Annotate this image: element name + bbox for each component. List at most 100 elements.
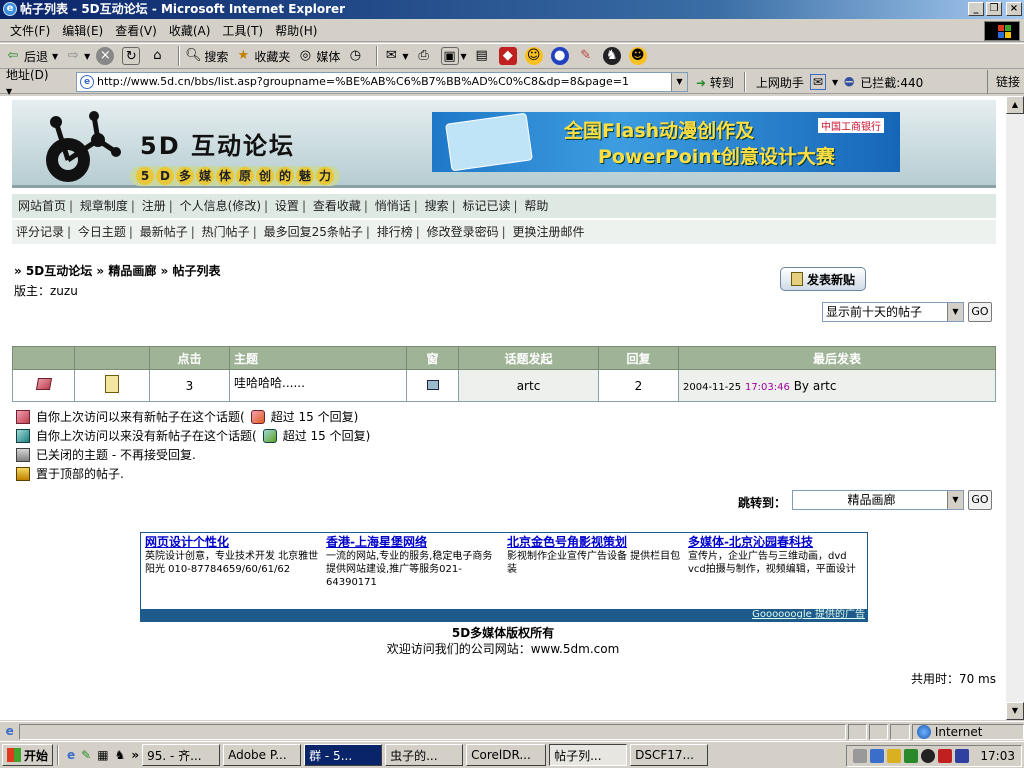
emoticon-button[interactable]: ☻: [628, 45, 649, 67]
qq-tray-icon[interactable]: [921, 749, 936, 763]
go-button[interactable]: ➜ 转到: [696, 74, 734, 91]
paint-button[interactable]: ✎: [577, 45, 597, 67]
popup-blocked-count[interactable]: 已拦截:440: [860, 74, 923, 91]
quicklaunch-more-icon[interactable]: »: [131, 748, 139, 762]
menu-file[interactable]: 文件(F): [4, 21, 56, 41]
topic-title-link[interactable]: 哇哈哈哈......: [229, 369, 407, 402]
maximize-button[interactable]: ❐: [986, 2, 1002, 16]
input-method-icon[interactable]: [955, 749, 970, 763]
taskbar-task[interactable]: DSCF17...: [630, 744, 709, 766]
taskbar-task[interactable]: 虫子的...: [385, 744, 464, 766]
nav-most-replies[interactable]: 最多回复25条帖子: [264, 225, 363, 239]
menu-edit[interactable]: 编辑(E): [56, 21, 109, 41]
quicklaunch-qq-icon[interactable]: ♞: [115, 748, 126, 762]
chevron-down-icon[interactable]: ▼: [947, 491, 963, 509]
ad-title-link[interactable]: 多媒体-北京沁园春科技: [688, 535, 864, 550]
helper-button[interactable]: 上网助手: [756, 74, 804, 91]
forward-button[interactable]: ⇨ ▼: [64, 45, 91, 67]
links-button[interactable]: 链接: [986, 70, 1020, 94]
breadcrumb[interactable]: » 5D互动论坛 » 精品画廊 » 帖子列表: [14, 262, 220, 279]
nav-register[interactable]: 注册: [142, 199, 166, 213]
menu-tools[interactable]: 工具(T): [216, 21, 269, 41]
antivirus-icon[interactable]: [938, 749, 953, 763]
forward-dropdown-icon[interactable]: ▼: [84, 52, 90, 61]
ad-title-link[interactable]: 香港-上海星堡网络: [326, 535, 502, 550]
start-button[interactable]: 开始: [2, 744, 54, 766]
filter-select[interactable]: 显示前十天的帖子 ▼: [822, 302, 964, 322]
taskbar-task[interactable]: 群 - 5...: [304, 744, 383, 766]
filter-go-button[interactable]: GO: [968, 302, 992, 322]
history-button[interactable]: ◷: [346, 45, 366, 67]
helper-dropdown-icon[interactable]: ▼: [832, 78, 838, 87]
nav-change-email[interactable]: 更换注册邮件: [513, 225, 585, 239]
ad-title-link[interactable]: 网页设计个性化: [145, 535, 321, 550]
jump-select[interactable]: 精品画廊 ▼: [792, 490, 964, 510]
shield-button[interactable]: ◆: [498, 45, 519, 67]
last-post-by[interactable]: By artc: [794, 379, 837, 393]
taskbar-task[interactable]: 95. - 齐...: [142, 744, 221, 766]
open-new-window-icon[interactable]: [426, 379, 439, 390]
tray-app-icon[interactable]: [904, 749, 919, 763]
vertical-scrollbar[interactable]: ▲ ▼: [1006, 96, 1024, 720]
banner-advertisement[interactable]: 全国Flash动漫创作及 PowerPoint创意设计大赛 中国工商银行: [432, 112, 900, 172]
ad-title-link[interactable]: 北京金色号角影视策划: [507, 535, 683, 550]
clock[interactable]: 17:03: [980, 749, 1015, 763]
quicklaunch-tool-icon[interactable]: ✎: [81, 748, 91, 762]
taskbar-task-active[interactable]: 帖子列...: [549, 744, 628, 766]
back-dropdown-icon[interactable]: ▼: [52, 52, 58, 61]
ad-provider-link[interactable]: Goooooogle 提供的广告: [141, 609, 867, 621]
nav-mark-read[interactable]: 标记已读: [462, 199, 510, 213]
nav-rules[interactable]: 规章制度: [80, 199, 128, 213]
taskbar-task[interactable]: CorelDR...: [466, 744, 547, 766]
nav-search[interactable]: 搜索: [425, 199, 449, 213]
scroll-up-icon[interactable]: ▲: [1006, 96, 1024, 114]
edit-button[interactable]: ▣ ▼: [440, 45, 467, 67]
nav-today-topics[interactable]: 今日主题: [78, 225, 126, 239]
address-dropdown-icon[interactable]: ▼: [671, 73, 687, 91]
topic-author[interactable]: artc: [458, 369, 599, 402]
nav-new-posts[interactable]: 最新帖子: [140, 225, 188, 239]
close-button[interactable]: ×: [1006, 2, 1022, 16]
slogan-char: 媒: [196, 167, 214, 185]
nav-profile[interactable]: 个人信息(修改): [180, 199, 261, 213]
network-icon[interactable]: [870, 749, 885, 763]
qq-button[interactable]: ♞: [602, 45, 623, 67]
nav-favorites[interactable]: 查看收藏: [313, 199, 361, 213]
print-button[interactable]: ⎙: [415, 45, 435, 67]
stop-button[interactable]: ×: [96, 45, 116, 67]
pen-tool-icon[interactable]: [887, 749, 902, 763]
taskbar-task[interactable]: Adobe P...: [223, 744, 302, 766]
mail-button[interactable]: ✉ ▼: [382, 45, 409, 67]
refresh-button[interactable]: ↻: [122, 45, 142, 67]
nav-messages[interactable]: 悄悄话: [375, 199, 411, 213]
home-button[interactable]: ⌂: [148, 45, 168, 67]
mail-check-icon[interactable]: ✉: [809, 74, 826, 90]
jump-go-button[interactable]: GO: [968, 490, 992, 510]
back-button[interactable]: ⇦ 后退 ▼: [4, 45, 59, 67]
smiley-button[interactable]: ☺: [524, 45, 545, 67]
minimize-button[interactable]: _: [968, 2, 984, 16]
address-label[interactable]: 地址(D) ▼: [0, 66, 62, 97]
search-button[interactable]: 🔍︎ 搜索: [184, 45, 228, 67]
favorites-button[interactable]: ★ 收藏夹: [234, 45, 291, 67]
address-input[interactable]: e http://www.5d.cn/bbs/list.asp?groupnam…: [76, 72, 688, 92]
nav-change-password[interactable]: 修改登录密码: [427, 225, 499, 239]
menu-help[interactable]: 帮助(H): [269, 21, 323, 41]
quicklaunch-ie-icon[interactable]: e: [67, 748, 75, 762]
messenger-button[interactable]: ●: [550, 45, 571, 67]
menu-favorites[interactable]: 收藏(A): [163, 21, 217, 41]
nav-ranking[interactable]: 排行榜: [377, 225, 413, 239]
nav-help[interactable]: 帮助: [524, 199, 548, 213]
nav-rating-log[interactable]: 评分记录: [16, 225, 64, 239]
discuss-button[interactable]: ▤: [473, 45, 493, 67]
chevron-down-icon[interactable]: ▼: [947, 303, 963, 321]
scroll-down-icon[interactable]: ▼: [1006, 702, 1024, 720]
nav-hot-posts[interactable]: 热门帖子: [202, 225, 250, 239]
volume-icon[interactable]: [853, 749, 868, 763]
media-button[interactable]: ◎ 媒体: [296, 45, 341, 67]
nav-settings[interactable]: 设置: [275, 199, 299, 213]
nav-home[interactable]: 网站首页: [18, 199, 66, 213]
quicklaunch-calendar-icon[interactable]: ▦: [97, 748, 108, 762]
new-post-button[interactable]: 发表新贴: [780, 267, 866, 291]
menu-view[interactable]: 查看(V): [109, 21, 163, 41]
